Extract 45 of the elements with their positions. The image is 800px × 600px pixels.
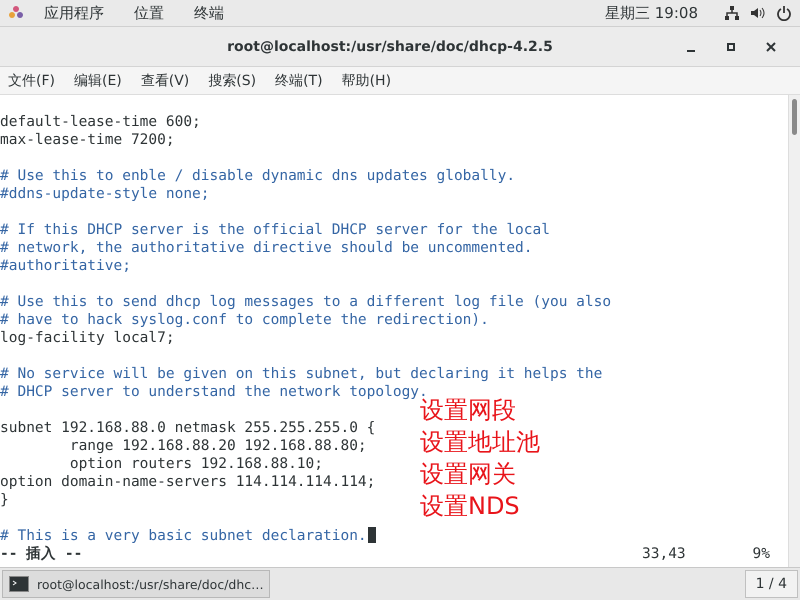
close-icon [766,42,776,52]
clock[interactable]: 星期三 19:08 [605,4,698,22]
code-line: option domain-name-servers 114.114.114.114; [0,474,376,490]
editor-mode: -- 插入 -- [0,545,82,563]
comment-line: #authoritative; [0,258,131,274]
code-line: subnet 192.168.88.0 netmask 255.255.255.0 { [0,420,376,436]
maximize-icon [726,42,736,52]
annotation-text: 设置地址池 [420,427,540,457]
cursor-position: 33,43 [642,545,687,563]
top-menu[interactable]: 应用程序 [34,4,114,22]
annotation-text: 设置NDS [420,491,521,521]
menu-item[interactable]: 查看(V) [136,72,194,90]
volume-icon[interactable] [750,5,766,21]
scrollbar[interactable] [788,95,800,567]
workspace-switcher[interactable]: 1 / 4 [744,570,798,598]
comment-line: # This is a very basic subnet declaration. [0,528,367,544]
comment-line: # No service will be given on this subnet, but declaring it helps the [0,366,602,382]
minimize-icon [687,50,695,52]
window-title: root@localhost:/usr/share/doc/dhcp-4.2.5 [226,38,554,54]
top-menu[interactable]: 位置 [124,4,174,22]
annotation-text: 设置网关 [420,459,517,489]
code-line: max-lease-time 7200; [0,132,175,148]
taskbar-item[interactable]: root@localhost:/usr/share/doc/dhc… [2,570,270,598]
comment-line: # have to hack syslog.conf to complete the redirection). [0,312,489,328]
terminal-icon [9,576,29,592]
network-icon[interactable] [724,5,740,21]
menu-item[interactable]: 文件(F) [4,72,59,90]
power-icon[interactable] [776,5,792,21]
scroll-percent: 9% [752,545,770,563]
code-line: option routers 192.168.88.10; [68,456,324,472]
comment-line: # Use this to send dhcp log messages to a different log file (you also [0,294,612,310]
menu-item[interactable]: 编辑(E) [70,72,126,90]
menu-item[interactable]: 帮助(H) [338,72,396,90]
code-line: } [0,492,9,508]
comment-line: #ddns-update-style none; [0,186,210,202]
code-line: log-facility local7; [0,330,175,346]
comment-line: # If this DHCP server is the official DHCP server for the local [0,222,550,238]
top-menu[interactable]: 终端 [184,4,234,22]
code-line: range 192.168.88.20 192.168.88.80; [68,438,367,454]
comment-line: # Use this to enble / disable dynamic dns updates globally. [0,168,516,184]
menu-item[interactable]: 终端(T) [271,72,327,90]
apps-icon[interactable] [8,5,24,21]
menu-item[interactable]: 搜索(S) [204,72,260,90]
code-line: default-lease-time 600; [0,114,201,130]
comment-line: # network, the authoritative directive should be uncommented. [0,240,533,256]
